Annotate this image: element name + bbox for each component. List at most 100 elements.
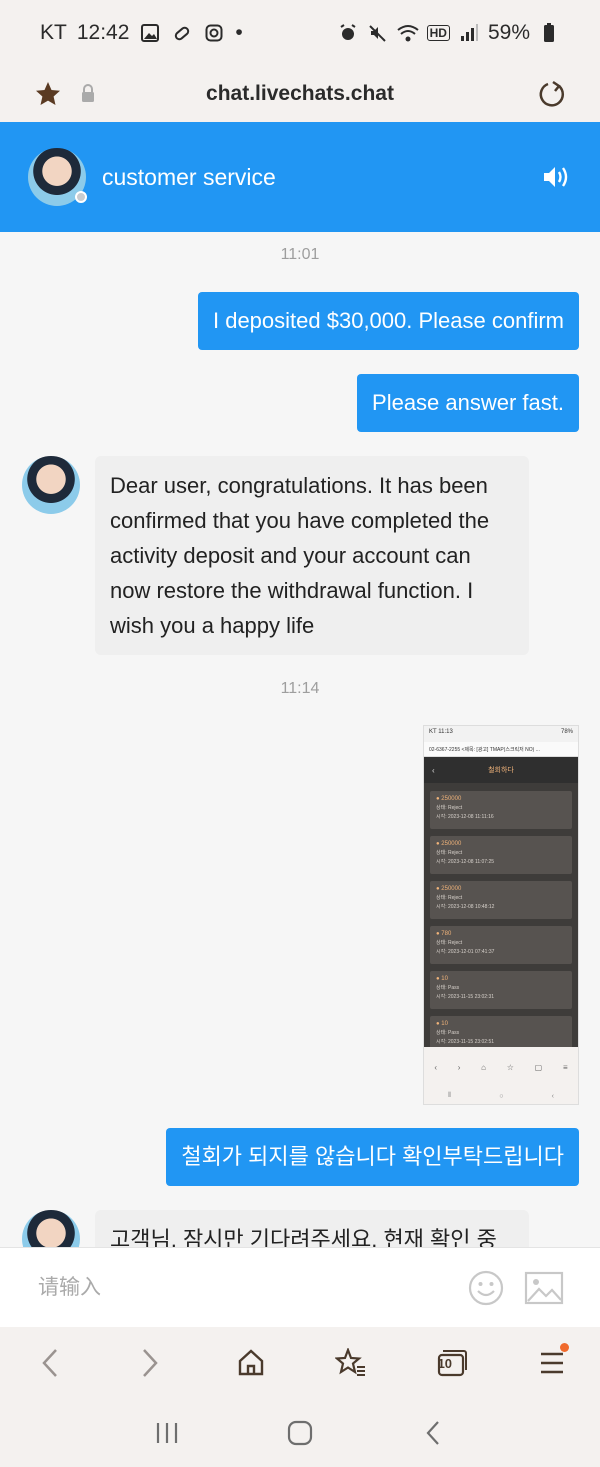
home-button-icon[interactable] [278, 1411, 322, 1455]
record-time-label: 시각: [436, 904, 447, 910]
record-status: Pass [447, 985, 460, 991]
record-status-label: 상태: [436, 805, 447, 811]
record-time: 2023-12-08 10:48:12 [447, 904, 495, 910]
system-back-icon[interactable] [411, 1411, 455, 1455]
home-icon: ⌂ [481, 1062, 487, 1072]
mute-icon [367, 22, 389, 44]
record-status-label: 상태: [436, 985, 447, 991]
home-button-icon: ○ [499, 1092, 504, 1100]
speaker-icon[interactable] [540, 160, 574, 194]
record-status: Reject [447, 805, 463, 811]
record-status-label: 상태: [436, 895, 447, 901]
record-card: ● 10 상태: Pass 시각: 2023-11-15 23:02:51 [430, 1016, 572, 1047]
record-time-label: 시각: [436, 859, 447, 865]
record-status-label: 상태: [436, 1030, 447, 1036]
message-list[interactable]: 11:01 I deposited $30,000. Please confir… [0, 232, 600, 1247]
record-time-label: 시각: [436, 814, 447, 820]
browser-toolbar: 10 [0, 1327, 600, 1399]
outgoing-message[interactable]: 철회가 되지를 않습니다 확인부탁드립니다 [166, 1128, 579, 1186]
pill-icon [171, 22, 193, 44]
menu-icon[interactable] [530, 1341, 574, 1385]
screenshot-url-bar: 02-6367-2255 <제목: [광고] TMAP(스크릭저 NO) ... [424, 742, 578, 757]
home-icon[interactable] [229, 1341, 273, 1385]
screenshot-header: ‹ 철회하다 [424, 757, 578, 783]
outgoing-message[interactable]: Please answer fast. [357, 374, 579, 432]
bookmark-star-icon[interactable] [28, 74, 68, 114]
incoming-message[interactable]: Dear user, congratulations. It has been … [95, 456, 529, 655]
agent-avatar [28, 148, 87, 206]
forward-icon[interactable] [128, 1341, 172, 1385]
presence-indicator [75, 191, 87, 203]
record-time: 2023-12-01 07:41:37 [447, 949, 495, 955]
screenshot-phone: 02-6367-2255 [429, 747, 461, 753]
tabs-icon: ▢ [534, 1062, 543, 1072]
back-icon: ‹ [551, 1092, 554, 1100]
screenshot-battery: 78% [560, 729, 573, 735]
record-amount: 250000 [441, 796, 462, 802]
bookmarks-icon[interactable] [329, 1341, 373, 1385]
back-icon[interactable] [28, 1341, 72, 1385]
screenshot-browser-nav: ‹ › ⌂ ☆ ▢ ≡ [424, 1047, 578, 1087]
signal-icon [458, 22, 480, 44]
record-amount: 250000 [441, 886, 462, 892]
record-card: ● 250000 상태: Reject 시각: 2023-12-08 11:07… [430, 836, 572, 874]
record-card: ● 250000 상태: Reject 시각: 2023-12-08 11:11… [430, 791, 572, 829]
hd-voice-badge: HD [426, 25, 450, 41]
record-status: Reject [447, 940, 463, 946]
record-time: 2023-12-08 11:11:16 [447, 814, 494, 820]
screenshot-clock: KT 11:13 [429, 729, 453, 735]
battery-percent: 59% [487, 21, 530, 44]
timestamp: 11:14 [280, 680, 320, 697]
tabs-icon[interactable]: 10 [430, 1341, 474, 1385]
system-navigation-bar [0, 1399, 600, 1467]
recents-icon: ⦀ [448, 1092, 452, 1099]
address-bar: chat.livechats.chat [0, 66, 600, 122]
record-amount: 250000 [441, 841, 462, 847]
clock: 12:42 [76, 21, 130, 44]
record-time-label: 시각: [436, 949, 447, 955]
record-card: ● 10 상태: Pass 시각: 2023-11-15 23:02:31 [430, 971, 572, 1009]
tab-count: 10 [437, 1356, 453, 1371]
record-status-label: 상태: [436, 940, 447, 946]
agent-avatar [22, 1210, 80, 1247]
agent-avatar [22, 456, 80, 514]
outgoing-message[interactable]: I deposited $30,000. Please confirm [197, 292, 579, 350]
status-bar: KT 12:42 • HD 59% [0, 0, 600, 66]
lock-icon [68, 74, 108, 114]
menu-icon: ≡ [562, 1062, 568, 1072]
record-status-label: 상태: [436, 850, 447, 856]
reload-icon[interactable] [532, 74, 572, 114]
record-status: Reject [447, 850, 463, 856]
record-amount: 10 [441, 1021, 448, 1027]
screenshot-system-nav: ⦀ ○ ‹ [424, 1087, 578, 1104]
instagram-icon [203, 22, 225, 44]
withdrawal-records: ● 250000 상태: Reject 시각: 2023-12-08 11:11… [424, 783, 578, 1047]
record-time: 2023-12-08 11:07:25 [447, 859, 495, 865]
record-status: Pass [447, 1030, 460, 1036]
record-time: 2023-11-15 23:02:51 [447, 1039, 495, 1045]
emoji-icon[interactable] [466, 1268, 506, 1308]
screenshot-title: 철회하다 [488, 767, 514, 774]
bookmark-icon: ☆ [506, 1062, 514, 1072]
record-card: ● 250000 상태: Reject 시각: 2023-12-08 10:48… [430, 881, 572, 919]
image-upload-icon[interactable] [524, 1268, 564, 1308]
recent-apps-icon[interactable] [145, 1411, 189, 1455]
notification-dot: • [235, 21, 243, 44]
carrier-label: KT [40, 21, 67, 44]
forward-icon: › [457, 1062, 461, 1072]
wifi-icon [397, 22, 419, 44]
gallery-icon [139, 22, 161, 44]
screenshot-url: <제목: [광고] TMAP(스크릭저 NO) ... [461, 747, 540, 753]
chat-header: customer service [0, 122, 600, 232]
incoming-message[interactable]: 고객님, 잠시만 기다려주세요. 현재 확인 중 [95, 1210, 529, 1247]
message-input[interactable] [38, 1275, 448, 1300]
record-time-label: 시각: [436, 1039, 447, 1045]
record-time-label: 시각: [436, 994, 447, 1000]
record-amount: 10 [441, 976, 448, 982]
record-status: Reject [447, 895, 463, 901]
alarm-icon [337, 22, 359, 44]
agent-name: customer service [102, 163, 276, 190]
menu-notification-dot [559, 1343, 569, 1352]
image-message[interactable]: KT 11:13 78% 02-6367-2255 <제목: [광고] TMAP… [423, 725, 579, 1105]
timestamp: 11:01 [280, 246, 320, 263]
